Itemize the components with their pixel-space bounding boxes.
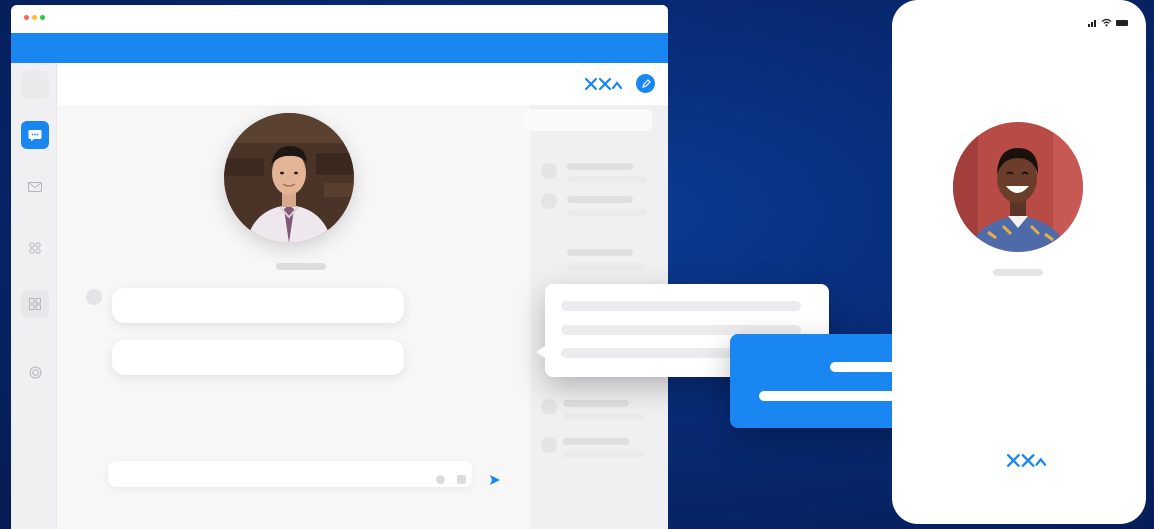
contact-name-placeholder <box>563 400 629 407</box>
message-input[interactable] <box>108 461 472 487</box>
contact-name-placeholder <box>276 263 326 270</box>
contact-name-placeholder <box>567 196 633 203</box>
sidebar-item-chat[interactable] <box>21 121 49 149</box>
contact-avatar <box>541 399 557 415</box>
minimize-window-button[interactable] <box>32 15 37 20</box>
contact-preview-placeholder <box>567 263 647 270</box>
window-titlebar <box>11 5 668 33</box>
mobile-phone-frame <box>892 0 1146 524</box>
contact-avatar-photo <box>953 122 1083 252</box>
chat-icon <box>28 129 42 141</box>
card-pointer <box>536 346 545 358</box>
send-icon[interactable] <box>489 474 501 486</box>
contact-preview-placeholder <box>563 451 643 458</box>
sidebar <box>11 63 57 529</box>
wifi-icon <box>1101 18 1112 27</box>
sidebar-item-apps[interactable] <box>21 234 49 262</box>
sidebar-item-blank[interactable] <box>21 71 49 99</box>
maximize-window-button[interactable] <box>40 15 45 20</box>
edit-icon <box>641 78 651 88</box>
message-line-placeholder <box>561 348 735 358</box>
mail-icon <box>28 182 42 192</box>
contact-preview-placeholder <box>567 176 647 183</box>
contact-name-placeholder <box>563 438 629 445</box>
emoji-icon[interactable] <box>436 475 445 484</box>
conversation-topbar <box>58 63 668 105</box>
settings-icon <box>29 366 41 378</box>
contact-avatar <box>541 163 557 179</box>
contacts-search-input[interactable] <box>524 109 652 131</box>
apps-icon <box>29 242 41 254</box>
contact-name-placeholder <box>567 163 633 170</box>
message-bubble <box>112 340 404 375</box>
contact-name-placeholder <box>993 269 1043 276</box>
sender-avatar <box>86 289 102 305</box>
message-bubble <box>112 288 404 323</box>
close-window-button[interactable] <box>24 15 29 20</box>
brand-logo-icon <box>584 77 622 91</box>
contact-preview-placeholder <box>563 413 643 420</box>
brand-logo-icon <box>1006 454 1046 467</box>
contact-avatar-photo <box>224 113 354 243</box>
signal-icon <box>1088 20 1096 27</box>
battery-icon <box>1116 20 1128 26</box>
edit-button[interactable] <box>636 74 655 93</box>
app-header-bar <box>11 33 668 63</box>
contact-avatar <box>541 437 557 453</box>
contact-name-placeholder <box>567 249 633 256</box>
sidebar-item-settings[interactable] <box>21 358 49 386</box>
sidebar-item-grid[interactable] <box>21 290 49 318</box>
contact-avatar <box>541 193 557 209</box>
contact-preview-placeholder <box>567 209 647 216</box>
message-line-placeholder <box>561 301 801 311</box>
attach-icon[interactable] <box>457 475 466 484</box>
sidebar-item-mail[interactable] <box>21 173 49 201</box>
grid-icon <box>29 298 41 310</box>
